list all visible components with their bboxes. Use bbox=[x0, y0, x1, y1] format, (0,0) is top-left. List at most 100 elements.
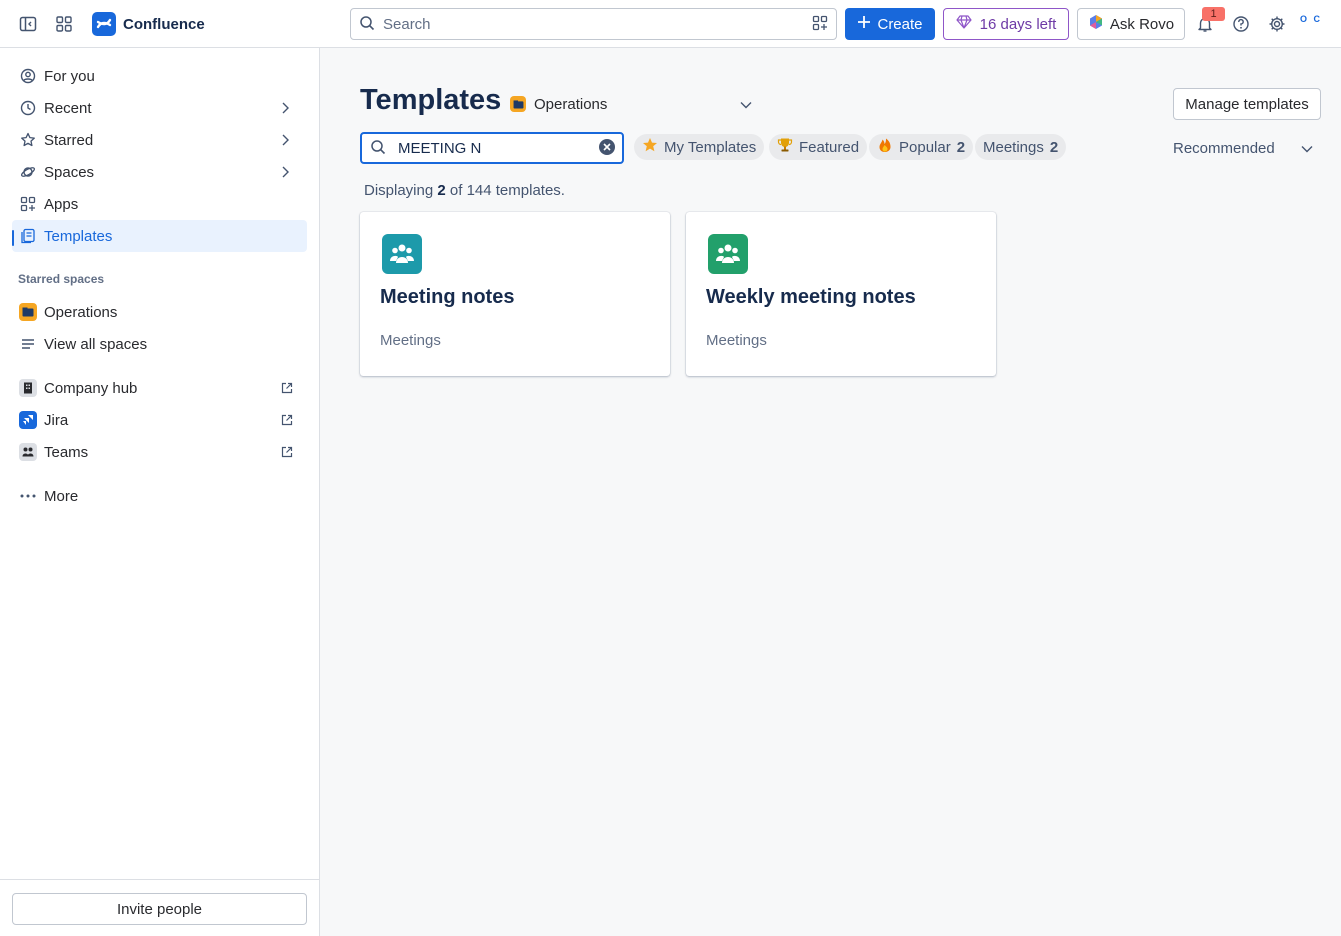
create-button[interactable]: Create bbox=[845, 8, 935, 40]
meeting-people-icon bbox=[382, 234, 422, 274]
sidebar-item-apps[interactable]: Apps bbox=[12, 188, 307, 220]
chip-count: 2 bbox=[1049, 138, 1059, 156]
count-shown: 2 bbox=[437, 182, 446, 199]
external-link-icon[interactable] bbox=[281, 414, 297, 426]
chip-label: Featured bbox=[799, 138, 860, 156]
sidebar-link-company-hub[interactable]: Company hub bbox=[12, 372, 307, 404]
global-search-input[interactable]: Search bbox=[350, 8, 837, 40]
active-indicator bbox=[12, 230, 14, 246]
operations-space-icon bbox=[510, 96, 526, 112]
apps-grid-icon bbox=[18, 194, 38, 214]
meeting-people-icon bbox=[708, 234, 748, 274]
sidebar-more[interactable]: More bbox=[12, 480, 307, 512]
count-prefix: Displaying bbox=[364, 182, 434, 199]
rovo-icon bbox=[1088, 14, 1104, 34]
clock-icon bbox=[18, 98, 38, 118]
space-selector[interactable]: Operations bbox=[510, 92, 752, 116]
template-card-weekly-meeting-notes[interactable]: Weekly meeting notes Meetings bbox=[686, 212, 996, 376]
fire-icon bbox=[877, 137, 893, 157]
ask-rovo-button[interactable]: Ask Rovo bbox=[1077, 8, 1185, 40]
user-avatar[interactable]: O C bbox=[1300, 14, 1326, 34]
sidebar-item-recent[interactable]: Recent bbox=[12, 92, 307, 124]
trophy-icon bbox=[777, 137, 793, 157]
diamond-icon bbox=[956, 15, 972, 33]
template-search-input[interactable]: MEETING N bbox=[360, 132, 624, 164]
sidebar-item-for-you[interactable]: For you bbox=[12, 60, 307, 92]
teams-icon bbox=[18, 442, 38, 462]
jira-icon bbox=[18, 410, 38, 430]
sidebar-item-label: Apps bbox=[44, 195, 79, 213]
chip-label: Meetings bbox=[983, 138, 1044, 156]
template-search-value: MEETING N bbox=[398, 139, 482, 157]
confluence-icon bbox=[92, 12, 116, 36]
chevron-right-icon[interactable] bbox=[281, 166, 297, 178]
top-navigation: Confluence Search Create 16 days left As… bbox=[0, 0, 1341, 48]
settings-gear-icon[interactable] bbox=[1265, 12, 1289, 36]
sidebar-item-label: Templates bbox=[44, 227, 113, 245]
user-circle-icon bbox=[18, 66, 38, 86]
chip-count: 2 bbox=[956, 138, 966, 156]
search-filter-icon[interactable] bbox=[812, 15, 828, 34]
sidebar-item-label: Spaces bbox=[44, 163, 95, 181]
space-selector-value: Operations bbox=[534, 95, 608, 113]
chevron-down-icon bbox=[1301, 140, 1313, 157]
notification-badge: 1 bbox=[1202, 7, 1225, 21]
help-icon[interactable] bbox=[1229, 12, 1253, 36]
trial-button[interactable]: 16 days left bbox=[943, 8, 1069, 40]
chip-label: Popular bbox=[899, 138, 951, 156]
app-name: Confluence bbox=[123, 15, 205, 33]
building-icon bbox=[18, 378, 38, 398]
filter-chip-my-templates[interactable]: My Templates bbox=[634, 134, 765, 160]
sidebar-item-label: More bbox=[44, 487, 79, 505]
sidebar-item-label: For you bbox=[44, 67, 95, 85]
sidebar-link-jira[interactable]: Jira bbox=[12, 404, 307, 436]
search-icon bbox=[359, 15, 375, 34]
sidebar-space-operations[interactable]: Operations bbox=[12, 296, 307, 328]
chevron-right-icon[interactable] bbox=[281, 102, 297, 114]
star-icon bbox=[18, 130, 38, 150]
page-title: Templates bbox=[360, 84, 502, 116]
filter-chip-meetings[interactable]: Meetings 2 bbox=[975, 134, 1067, 160]
chevron-down-icon bbox=[740, 96, 752, 113]
results-count: Displaying 2 of 144 templates. bbox=[364, 182, 565, 199]
sidebar-item-label: Starred bbox=[44, 131, 94, 149]
external-link-icon[interactable] bbox=[281, 382, 297, 394]
sidebar-view-all-spaces[interactable]: View all spaces bbox=[12, 328, 307, 360]
app-switcher-icon[interactable] bbox=[52, 12, 76, 36]
create-label: Create bbox=[877, 15, 923, 33]
template-card-meeting-notes[interactable]: Meeting notes Meetings bbox=[360, 212, 670, 376]
sort-label: Recommended bbox=[1173, 139, 1275, 157]
card-category: Meetings bbox=[706, 332, 767, 349]
manage-templates-button[interactable]: Manage templates bbox=[1173, 88, 1321, 120]
invite-people-button[interactable]: Invite people bbox=[12, 893, 307, 925]
count-suffix: of 144 templates. bbox=[449, 182, 565, 199]
external-link-icon[interactable] bbox=[281, 446, 297, 458]
confluence-logo[interactable]: Confluence bbox=[92, 12, 205, 36]
list-icon bbox=[18, 334, 38, 354]
filter-chip-featured[interactable]: Featured bbox=[769, 134, 868, 160]
sidebar-item-label: Operations bbox=[44, 303, 118, 321]
main-content: Templates Operations Manage templates ME… bbox=[320, 48, 1341, 936]
more-dots-icon bbox=[18, 486, 38, 506]
sidebar-item-spaces[interactable]: Spaces bbox=[12, 156, 307, 188]
chip-label: My Templates bbox=[664, 138, 757, 156]
clear-search-icon[interactable] bbox=[598, 138, 616, 159]
sidebar-footer: Invite people bbox=[0, 879, 319, 936]
sidebar-link-teams[interactable]: Teams bbox=[12, 436, 307, 468]
sidebar-item-starred[interactable]: Starred bbox=[12, 124, 307, 156]
sidebar-item-label: View all spaces bbox=[44, 335, 148, 353]
sidebar-item-templates[interactable]: Templates bbox=[12, 220, 307, 252]
sidebar-item-label: Recent bbox=[44, 99, 92, 117]
sidebar-toggle-icon[interactable] bbox=[16, 12, 40, 36]
filter-chip-popular[interactable]: Popular 2 bbox=[869, 134, 974, 160]
card-category: Meetings bbox=[380, 332, 441, 349]
templates-icon bbox=[18, 226, 38, 246]
rovo-label: Ask Rovo bbox=[1109, 15, 1175, 33]
operations-space-icon bbox=[18, 302, 38, 322]
sort-dropdown[interactable]: Recommended bbox=[1173, 138, 1313, 158]
sidebar-item-label: Jira bbox=[44, 411, 69, 429]
sidebar: For you Recent Starred Spaces Apps Templ… bbox=[0, 48, 320, 936]
chevron-right-icon[interactable] bbox=[281, 134, 297, 146]
starred-spaces-heading: Starred spaces bbox=[18, 272, 105, 286]
trial-label: 16 days left bbox=[979, 15, 1057, 33]
